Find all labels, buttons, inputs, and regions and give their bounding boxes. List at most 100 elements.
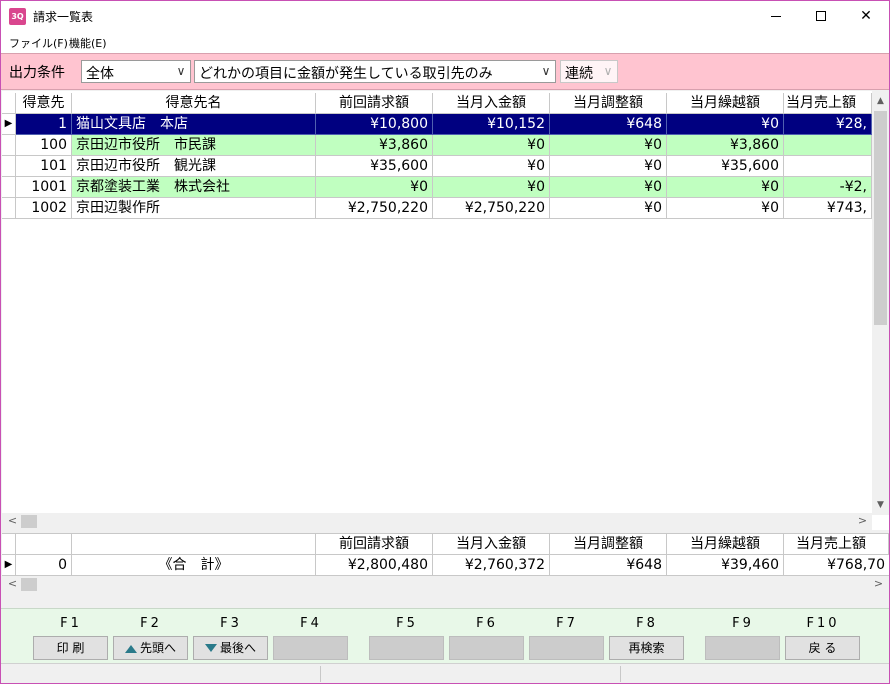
cell-prev[interactable]: ¥0 bbox=[316, 177, 433, 198]
summary-horizontal-scrollbar[interactable]: < > bbox=[2, 576, 889, 593]
cell-sales[interactable]: ¥743, bbox=[784, 198, 872, 219]
column-header-sales[interactable]: 当月売上額 bbox=[784, 93, 872, 114]
scroll-right-icon[interactable]: > bbox=[854, 513, 871, 530]
f8-key-label: F8 bbox=[636, 616, 658, 631]
table-row[interactable]: 101 京田辺市役所 観光課 ¥35,600 ¥0 ¥0 ¥35,600 bbox=[2, 156, 872, 177]
column-header-code[interactable]: 得意先 bbox=[16, 93, 72, 114]
research-button[interactable]: 再検索 bbox=[609, 636, 684, 660]
cell-code[interactable]: 1002 bbox=[16, 198, 72, 219]
scroll-up-icon[interactable]: ▲ bbox=[872, 93, 889, 110]
f6-button[interactable] bbox=[449, 636, 524, 660]
table-row[interactable]: ▶ 1 猫山文具店 本店 ¥10,800 ¥10,152 ¥648 ¥0 ¥28… bbox=[2, 114, 872, 135]
cell-prev[interactable]: ¥35,600 bbox=[316, 156, 433, 177]
menu-function[interactable]: 機能(E) bbox=[69, 35, 107, 51]
cell-adjust[interactable]: ¥0 bbox=[550, 198, 667, 219]
table-row[interactable]: 100 京田辺市役所 市民課 ¥3,860 ¥0 ¥0 ¥3,860 bbox=[2, 135, 872, 156]
cell-prev[interactable]: ¥10,800 bbox=[316, 114, 433, 135]
cell-received[interactable]: ¥0 bbox=[433, 135, 550, 156]
cell-adjust[interactable]: ¥0 bbox=[550, 156, 667, 177]
last-record-button[interactable]: 最後へ bbox=[193, 636, 268, 660]
table-row[interactable]: 1001 京都塗装工業 株式会社 ¥0 ¥0 ¥0 ¥0 -¥2, bbox=[2, 177, 872, 198]
cell-code[interactable]: 100 bbox=[16, 135, 72, 156]
cell-adjust[interactable]: ¥0 bbox=[550, 135, 667, 156]
cell-adjust[interactable]: ¥648 bbox=[550, 114, 667, 135]
status-pane bbox=[321, 666, 621, 682]
menu-bar: ファイル(F) 機能(E) bbox=[1, 32, 889, 53]
f5-button[interactable] bbox=[369, 636, 444, 660]
cell-code[interactable]: 1 bbox=[16, 114, 72, 135]
cell-code[interactable]: 101 bbox=[16, 156, 72, 177]
app-window: 3Q 請求一覧表 ✕ ファイル(F) 機能(E) 出力条件 全体 ∨ どれかの項… bbox=[0, 0, 890, 684]
window-title: 請求一覧表 bbox=[33, 10, 94, 24]
cell-name[interactable]: 京田辺製作所 bbox=[72, 198, 316, 219]
minimize-button[interactable] bbox=[753, 1, 799, 32]
first-record-label: 先頭へ bbox=[139, 641, 176, 655]
mode-select[interactable]: 連続 ∨ bbox=[560, 60, 618, 83]
column-header-prev[interactable]: 前回請求額 bbox=[316, 93, 433, 114]
cell-name[interactable]: 京田辺市役所 観光課 bbox=[72, 156, 316, 177]
summary-header-sales: 当月売上額 bbox=[784, 534, 889, 555]
column-header-received[interactable]: 当月入金額 bbox=[433, 93, 550, 114]
cell-name[interactable]: 京田辺市役所 市民課 bbox=[72, 135, 316, 156]
cell-carry[interactable]: ¥0 bbox=[667, 198, 784, 219]
cell-sales[interactable]: ¥28, bbox=[784, 114, 872, 135]
chevron-down-icon[interactable]: ∨ bbox=[174, 63, 188, 80]
cell-name[interactable]: 猫山文具店 本店 bbox=[72, 114, 316, 135]
scroll-right-icon[interactable]: > bbox=[870, 576, 887, 593]
condition-value: どれかの項目に金額が発生している取引先のみ bbox=[199, 66, 493, 82]
table-row[interactable]: 1002 京田辺製作所 ¥2,750,220 ¥2,750,220 ¥0 ¥0 … bbox=[2, 198, 872, 219]
first-record-button[interactable]: 先頭へ bbox=[113, 636, 188, 660]
scroll-down-icon[interactable]: ▼ bbox=[872, 497, 889, 514]
summary-header-prev: 前回請求額 bbox=[316, 534, 433, 555]
condition-select[interactable]: どれかの項目に金額が発生している取引先のみ ∨ bbox=[194, 60, 556, 83]
chevron-down-icon[interactable]: ∨ bbox=[601, 63, 615, 80]
cell-prev[interactable]: ¥2,750,220 bbox=[316, 198, 433, 219]
back-button[interactable]: 戻 る bbox=[785, 636, 860, 660]
cell-sales[interactable] bbox=[784, 156, 872, 177]
chevron-down-icon[interactable]: ∨ bbox=[539, 63, 553, 80]
title-bar: 3Q 請求一覧表 ✕ bbox=[1, 1, 889, 32]
output-type-select[interactable]: 全体 ∨ bbox=[81, 60, 191, 83]
horizontal-scrollbar[interactable]: < > bbox=[2, 513, 872, 530]
cell-carry[interactable]: ¥0 bbox=[667, 114, 784, 135]
scroll-thumb[interactable] bbox=[21, 578, 37, 591]
filter-bar: 出力条件 全体 ∨ どれかの項目に金額が発生している取引先のみ ∨ 連続 ∨ bbox=[1, 53, 889, 90]
cell-name[interactable]: 京都塗装工業 株式会社 bbox=[72, 177, 316, 198]
summary-label: 《合 計》 bbox=[72, 555, 316, 576]
summary-grid[interactable]: 前回請求額 当月入金額 当月調整額 当月繰越額 当月売上額 ▶ 0 《合 計》 … bbox=[2, 533, 889, 593]
scroll-left-icon[interactable]: < bbox=[4, 513, 21, 530]
cell-adjust[interactable]: ¥0 bbox=[550, 177, 667, 198]
cell-code[interactable]: 1001 bbox=[16, 177, 72, 198]
scroll-left-icon[interactable]: < bbox=[4, 576, 21, 593]
menu-file[interactable]: ファイル(F) bbox=[9, 35, 68, 51]
column-header-carry[interactable]: 当月繰越額 bbox=[667, 93, 784, 114]
summary-row[interactable]: ▶ 0 《合 計》 ¥2,800,480 ¥2,760,372 ¥648 ¥39… bbox=[2, 555, 889, 576]
scroll-thumb[interactable] bbox=[874, 111, 887, 325]
maximize-button[interactable] bbox=[798, 1, 844, 32]
f5-key-label: F5 bbox=[396, 616, 418, 631]
row-indicator bbox=[2, 135, 16, 156]
cell-received[interactable]: ¥0 bbox=[433, 156, 550, 177]
vertical-scrollbar[interactable]: ▲ ▼ bbox=[872, 91, 889, 515]
f7-button[interactable] bbox=[529, 636, 604, 660]
column-header-name[interactable]: 得意先名 bbox=[72, 93, 316, 114]
f7-key-label: F7 bbox=[556, 616, 578, 631]
print-button[interactable]: 印 刷 bbox=[33, 636, 108, 660]
summary-count: 0 bbox=[16, 555, 72, 576]
cell-received[interactable]: ¥2,750,220 bbox=[433, 198, 550, 219]
scroll-thumb[interactable] bbox=[21, 515, 37, 528]
close-button[interactable]: ✕ bbox=[843, 1, 889, 32]
cell-sales[interactable]: -¥2, bbox=[784, 177, 872, 198]
f4-button[interactable] bbox=[273, 636, 348, 660]
cell-sales[interactable] bbox=[784, 135, 872, 156]
f9-button[interactable] bbox=[705, 636, 780, 660]
cell-prev[interactable]: ¥3,860 bbox=[316, 135, 433, 156]
cell-received[interactable]: ¥10,152 bbox=[433, 114, 550, 135]
invoice-grid[interactable]: 得意先 得意先名 前回請求額 当月入金額 当月調整額 当月繰越額 当月売上額 ▶… bbox=[2, 91, 889, 530]
cell-carry[interactable]: ¥35,600 bbox=[667, 156, 784, 177]
column-header-adjust[interactable]: 当月調整額 bbox=[550, 93, 667, 114]
cell-carry[interactable]: ¥0 bbox=[667, 177, 784, 198]
output-type-value: 全体 bbox=[86, 66, 114, 82]
cell-carry[interactable]: ¥3,860 bbox=[667, 135, 784, 156]
cell-received[interactable]: ¥0 bbox=[433, 177, 550, 198]
